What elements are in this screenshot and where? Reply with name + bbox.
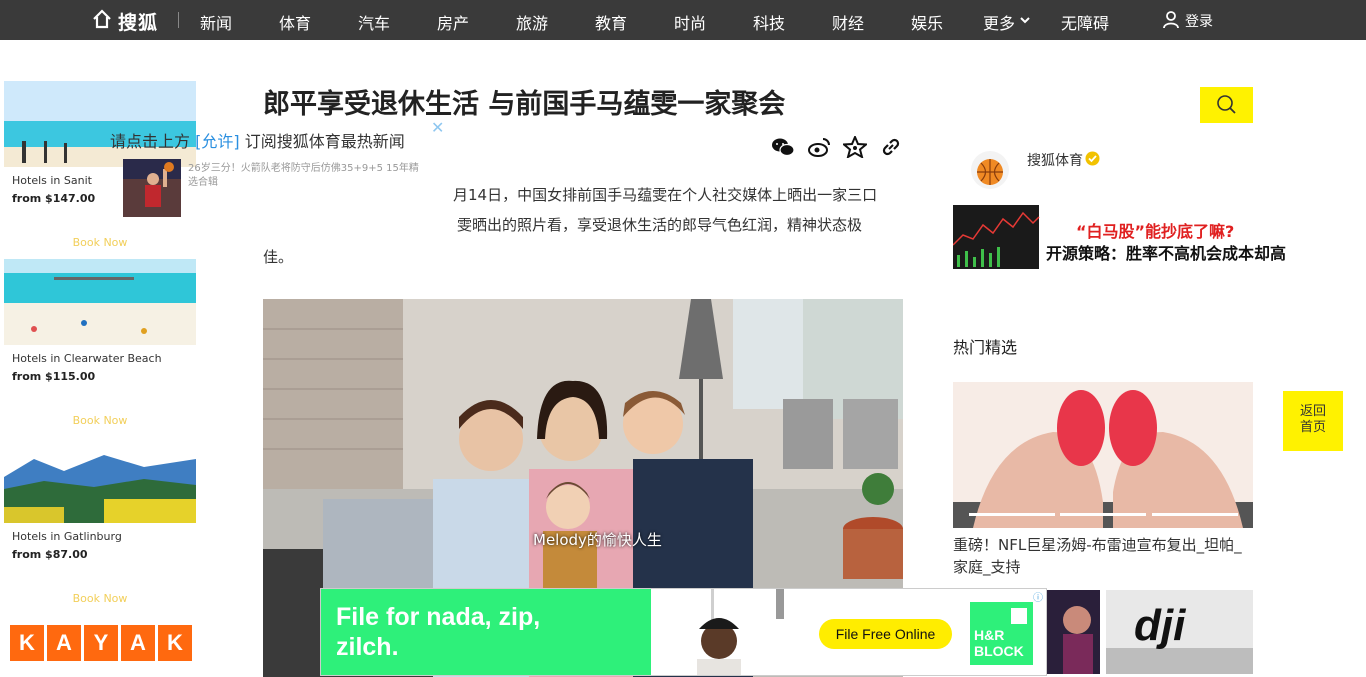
logo-text: BLOCK [974,643,1024,659]
chevron-down-icon[interactable] [1020,15,1030,25]
wechat-icon[interactable] [771,136,795,158]
kayak-letter: K [10,625,44,661]
hotel-image-sanibel[interactable] [4,81,196,167]
kayak-letter: K [158,625,192,661]
logo-text: H&R [974,627,1005,643]
subscribe-prompt: 请点击上方 [允许] 订阅搜狐体育最热新闻 [110,128,405,152]
book-now-button[interactable]: Book Now [4,236,196,249]
nav-tech[interactable]: 科技 [753,10,785,34]
notification-description[interactable]: 26岁三分！火箭队老将防守后仿佛35+9+5 15年精选合辑 [188,162,424,190]
author-name[interactable]: 搜狐体育 [1027,150,1083,170]
link-icon[interactable] [879,136,903,158]
prompt-prefix: 请点击上方 [110,132,191,151]
hotel-price: from $115.00 [12,370,96,383]
kayak-letter: A [121,625,155,661]
nav-education[interactable]: 教育 [595,10,627,34]
ad-headline-line: File for nada, zip, [336,603,541,631]
adchoices-icon[interactable]: ⓘ [1033,589,1043,604]
back-home-label: 首页 [1299,420,1326,435]
hotel-name[interactable]: Hotels in Gatlinburg [12,530,122,543]
search-icon [1217,95,1236,114]
article-title: 郎平享受退休生活 与前国手马蕴雯一家聚会 [263,89,786,120]
hotel-price: from $87.00 [12,548,88,561]
kayak-letter: A [47,625,81,661]
ad-green-panel: File for nada, zip, zilch. [321,589,651,675]
hotel-price: from $147.00 [12,192,96,205]
hr-block-logo[interactable]: H&R BLOCK [970,602,1033,665]
nav-fashion[interactable]: 时尚 [674,10,706,34]
nav-auto[interactable]: 汽车 [358,10,390,34]
article-paragraph-line: 月14日，中国女排前国手马蕴雯在个人社交媒体上晒出一家三口 [453,186,878,204]
sohu-logo[interactable]: 搜狐 [118,8,158,35]
nav-news[interactable]: 新闻 [200,10,232,34]
article-paragraph-line: 佳。 [263,248,294,266]
related-thumbnail[interactable] [1047,590,1100,674]
ad-headline[interactable]: “白马股”能抄底了嘛? [1076,218,1234,242]
favorite-star-icon[interactable] [843,136,867,158]
notification-thumbnail[interactable] [123,159,181,217]
featured-title[interactable]: 重磅！NFL巨星汤姆-布雷迪宣布复出_坦帕_家庭_支持 [953,534,1253,578]
hotel-image-gatlinburg[interactable] [4,437,196,523]
allow-link[interactable]: [允许] [195,132,240,151]
weibo-icon[interactable] [807,136,831,158]
top-nav-bar: 搜狐 新闻 体育 汽车 房产 旅游 教育 时尚 科技 财经 娱乐 更多 无障碍 … [0,0,1366,40]
book-now-button[interactable]: Book Now [4,414,196,427]
featured-image[interactable] [953,382,1253,528]
login-link[interactable]: 登录 [1185,11,1213,31]
dji-logo: dji [1134,601,1186,650]
prompt-suffix: 订阅搜狐体育最热新闻 [244,132,405,151]
section-heading: 热门精选 [953,338,1018,357]
bottom-banner-ad[interactable]: File for nada, zip, zilch. File Free Onl… [320,588,1047,676]
article-paragraph-line: 雯晒出的照片看，享受退休生活的郎导气色红润，精神状态极 [457,216,863,234]
ad-headline: File for nada, zip, zilch. [336,602,540,662]
nav-finance[interactable]: 财经 [832,10,864,34]
kayak-logo[interactable]: K A Y A K [10,625,192,661]
kayak-letter: Y [84,625,118,661]
ad-subheadline[interactable]: 开源策略：胜率不高机会成本却高 [1046,240,1286,264]
avatar[interactable] [971,151,1009,189]
nav-travel[interactable]: 旅游 [516,10,548,34]
nav-realestate[interactable]: 房产 [437,10,469,34]
nav-more[interactable]: 更多 [983,10,1015,34]
nav-entertainment[interactable]: 娱乐 [911,10,943,34]
photo-caption: Melody的愉快人生 [533,531,662,549]
dji-thumbnail[interactable]: dji [1106,590,1253,674]
back-home-label: 返回 [1299,404,1326,419]
hotel-image-clearwater[interactable] [4,259,196,345]
file-free-online-button[interactable]: File Free Online [819,619,952,649]
ad-person-image [651,589,811,675]
book-now-button[interactable]: Book Now [4,592,196,605]
hotel-name[interactable]: Hotels in Sanit [12,174,92,187]
home-icon[interactable] [92,9,112,29]
user-icon[interactable] [1163,11,1179,29]
hotel-name[interactable]: Hotels in Clearwater Beach [12,352,162,365]
back-to-home-button[interactable]: 返回 首页 [1283,391,1343,451]
search-button[interactable] [1200,87,1253,123]
nav-sports[interactable]: 体育 [279,10,311,34]
nav-accessibility[interactable]: 无障碍 [1061,10,1109,34]
ad-headline-line: zilch. [336,633,399,661]
verified-badge-icon [1085,151,1100,166]
nav-divider [178,12,179,28]
